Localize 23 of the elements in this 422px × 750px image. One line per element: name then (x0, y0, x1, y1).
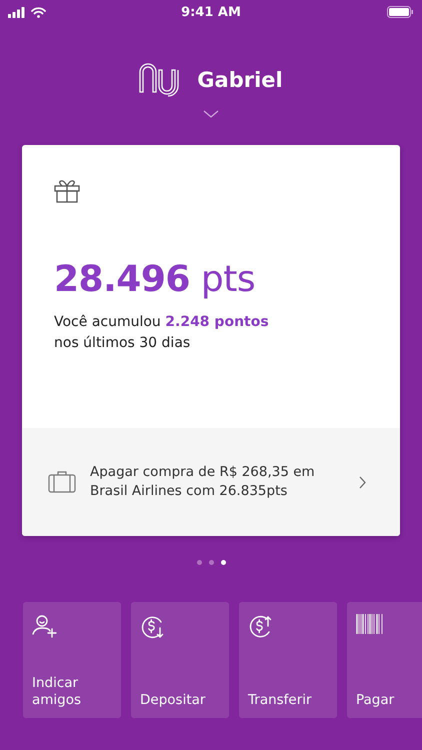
suitcase-icon (48, 471, 76, 493)
page-dot[interactable] (208, 560, 214, 565)
action-tile[interactable]: Indicar amigos (23, 602, 121, 718)
dollar-up-icon (248, 614, 274, 640)
dollar-down-icon (140, 614, 166, 640)
offer-row[interactable]: Apagar compra de R$ 268,35 em Brasil Airlines com 26.835pts (22, 428, 400, 536)
user-name: Gabriel (197, 68, 283, 92)
gift-icon (54, 179, 80, 203)
page-dot[interactable] (196, 560, 202, 565)
signal-icon (8, 6, 26, 18)
points-total: 28.496 pts (54, 259, 256, 300)
page-dot[interactable] (220, 560, 226, 565)
wifi-icon (31, 6, 46, 18)
action-tile[interactable]: Transferir (239, 602, 337, 718)
person-plus-icon (32, 614, 58, 640)
chevron-down-icon[interactable] (203, 110, 219, 118)
offer-text: Apagar compra de R$ 268,35 em Brasil Airlines com 26.835pts (90, 463, 316, 501)
action-tile[interactable]: Pagar (347, 602, 422, 718)
status-time: 9:41 AM (181, 4, 241, 20)
battery-icon (387, 6, 414, 18)
action-tile[interactable]: Depositar (131, 602, 229, 718)
chevron-right-icon (359, 476, 366, 488)
points-summary: Você acumulou 2.248 pontos nos últimos 30 dias (54, 313, 270, 353)
